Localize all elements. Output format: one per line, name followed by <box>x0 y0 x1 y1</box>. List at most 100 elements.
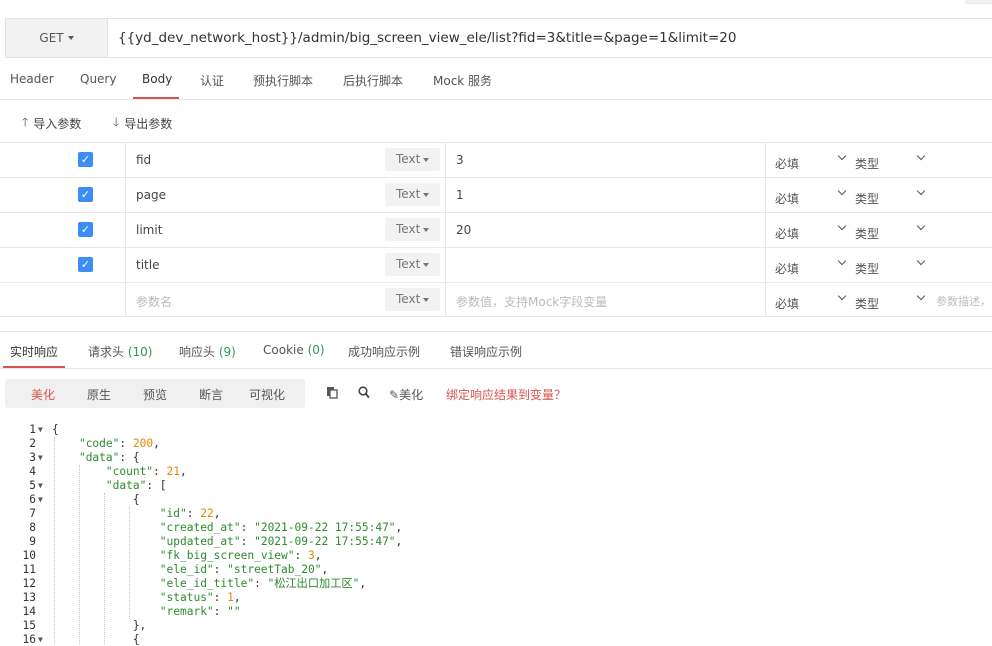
param-type-select[interactable]: 类型 <box>855 225 879 242</box>
param-type-select[interactable]: 类型 <box>855 190 879 207</box>
tab-mock[interactable]: Mock 服务 <box>433 72 492 89</box>
code-line: 12 "ele_id_title": "松江出口加工区", <box>0 577 992 591</box>
chevron-down-icon <box>423 192 430 197</box>
line-number: 11 <box>22 563 36 576</box>
chevron-down-icon[interactable] <box>916 256 926 266</box>
chevron-down-icon[interactable] <box>837 186 847 196</box>
code-line: 3 ▼ "data": { <box>0 451 992 465</box>
code-line: 14 "remark": "" <box>0 605 992 619</box>
fold-toggle-icon[interactable]: ▼ <box>38 451 43 465</box>
tab-body[interactable]: Body <box>142 72 172 86</box>
chevron-down-icon[interactable] <box>837 151 847 161</box>
param-checkbox[interactable]: ✓ <box>78 257 93 272</box>
params-table: ✓ fid Text 3 必填 类型 ✓ page Text 1 必填 类型 ✓… <box>0 142 992 317</box>
param-required[interactable]: 必填 <box>775 155 799 172</box>
tab-success-example[interactable]: 成功响应示例 <box>348 343 420 360</box>
tab-query[interactable]: Query <box>80 72 116 86</box>
code-text: "data": [ <box>105 479 167 492</box>
view-visualize[interactable]: 可视化 <box>249 386 285 403</box>
view-preview[interactable]: 预览 <box>143 386 167 403</box>
code-line: 16 ▼ { <box>0 633 992 646</box>
table-row: ✓ title Text 必填 类型 <box>0 247 992 282</box>
param-name[interactable]: title <box>136 258 159 272</box>
search-icon[interactable] <box>358 386 370 402</box>
chevron-down-icon[interactable] <box>837 221 847 231</box>
line-number: 9 <box>29 535 36 548</box>
param-required[interactable]: 必填 <box>775 295 799 312</box>
param-type-select[interactable]: 类型 <box>855 155 879 172</box>
chevron-down-icon[interactable] <box>916 221 926 231</box>
url-input[interactable]: {{yd_dev_network_host}}/admin/big_screen… <box>108 30 736 46</box>
tab-realtime-response[interactable]: 实时响应 <box>10 343 58 360</box>
chevron-down-icon[interactable] <box>837 256 847 266</box>
param-desc-input[interactable]: 参数描述， <box>936 293 991 309</box>
param-type-dropdown[interactable]: Text <box>385 288 440 311</box>
fold-toggle-icon[interactable]: ▼ <box>38 493 43 507</box>
tab-cookie[interactable]: Cookie (0) <box>263 343 325 357</box>
param-type-select[interactable]: 类型 <box>855 295 879 312</box>
code-text: "fk_big_screen_view": 3, <box>159 549 322 562</box>
fold-toggle-icon[interactable]: ▼ <box>38 423 43 437</box>
param-name-input[interactable]: 参数名 <box>136 293 172 310</box>
code-text: { <box>52 493 140 506</box>
param-name[interactable]: fid <box>136 153 151 167</box>
bind-response-link[interactable]: 绑定响应结果到变量？ <box>446 386 566 403</box>
window-control[interactable] <box>965 0 992 4</box>
fold-toggle-icon[interactable]: ▼ <box>38 633 43 646</box>
magic-wand-icon: ✎ <box>389 388 400 402</box>
view-raw[interactable]: 原生 <box>87 386 111 403</box>
tab-pre-script[interactable]: 预执行脚本 <box>253 72 313 89</box>
param-checkbox[interactable]: ✓ <box>78 187 93 202</box>
chevron-down-icon[interactable] <box>916 151 926 161</box>
param-value[interactable]: 1 <box>456 188 464 202</box>
param-value[interactable]: 3 <box>456 153 464 167</box>
code-text: { <box>52 633 140 646</box>
param-name[interactable]: limit <box>136 223 162 237</box>
line-number: 8 <box>29 521 36 534</box>
line-number: 16 <box>22 633 36 646</box>
indent-guide <box>79 465 80 646</box>
view-assert[interactable]: 断言 <box>199 386 223 403</box>
param-value-input[interactable]: 参数值，支持Mock字段变量 <box>456 293 607 310</box>
code-text: "count": 21, <box>105 465 187 478</box>
param-required[interactable]: 必填 <box>775 260 799 277</box>
import-params-button[interactable]: 🡑 导入参数 <box>22 113 81 134</box>
code-text: "data": { <box>78 451 140 464</box>
line-number: 5 <box>29 479 36 492</box>
param-type-select[interactable]: 类型 <box>855 260 879 277</box>
tab-header[interactable]: Header <box>10 72 54 86</box>
tab-error-example[interactable]: 错误响应示例 <box>450 343 522 360</box>
param-value[interactable]: 20 <box>456 223 471 237</box>
chevron-down-icon[interactable] <box>916 291 926 301</box>
param-type-dropdown[interactable]: Text <box>385 183 440 206</box>
code-line: 10 "fk_big_screen_view": 3, <box>0 549 992 563</box>
tab-response-headers[interactable]: 响应头 (9) <box>179 343 236 360</box>
param-name[interactable]: page <box>136 188 166 202</box>
param-type-dropdown[interactable]: Text <box>385 148 440 171</box>
chevron-down-icon[interactable] <box>837 291 847 301</box>
tab-request-headers[interactable]: 请求头 (10) <box>88 343 152 360</box>
tab-auth[interactable]: 认证 <box>200 72 224 89</box>
view-beautify[interactable]: 美化 <box>31 386 55 403</box>
param-checkbox[interactable]: ✓ <box>78 152 93 167</box>
export-params-button[interactable]: 🡓 导出参数 <box>113 113 172 134</box>
export-params-label: 导出参数 <box>124 117 173 131</box>
request-tabs: Header Query Body 认证 预执行脚本 后执行脚本 Mock 服务 <box>0 62 992 100</box>
tab-post-script[interactable]: 后执行脚本 <box>343 72 403 89</box>
new-param-row: 参数名 Text 参数值，支持Mock字段变量 必填 类型 参数描述， <box>0 282 992 317</box>
param-type-dropdown[interactable]: Text <box>385 218 440 241</box>
code-text: "remark": "" <box>159 605 241 618</box>
param-required[interactable]: 必填 <box>775 190 799 207</box>
chevron-down-icon <box>423 262 430 267</box>
param-checkbox[interactable]: ✓ <box>78 222 93 237</box>
fold-toggle-icon[interactable]: ▼ <box>38 479 43 493</box>
code-line: 6 ▼ { <box>0 493 992 507</box>
copy-icon[interactable] <box>326 386 338 402</box>
method-dropdown[interactable]: GET <box>6 19 108 57</box>
param-type-dropdown[interactable]: Text <box>385 253 440 276</box>
code-line: 2 "code": 200, <box>0 437 992 451</box>
beautify-button[interactable]: ✎美化 <box>389 386 423 403</box>
param-required[interactable]: 必填 <box>775 225 799 242</box>
code-line: 11 "ele_id": "streetTab_20", <box>0 563 992 577</box>
chevron-down-icon[interactable] <box>916 186 926 196</box>
